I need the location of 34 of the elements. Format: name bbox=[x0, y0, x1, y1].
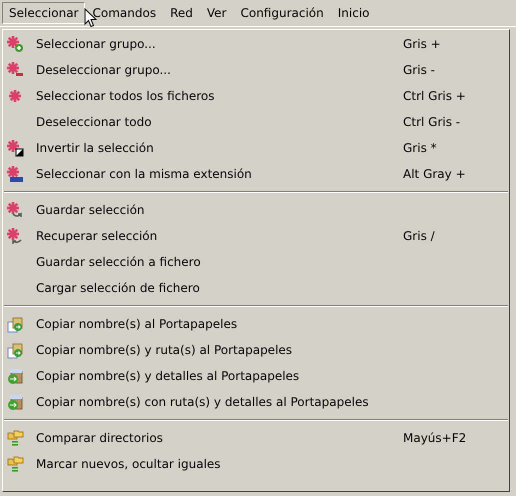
menu-item[interactable]: Copiar nombre(s) y ruta(s) al Portapapeles bbox=[3, 337, 509, 363]
menu-item[interactable]: Copiar nombre(s) y detalles al Portapapeles bbox=[3, 363, 509, 389]
menu-bar-item[interactable]: Ver bbox=[200, 2, 234, 24]
star-icon bbox=[7, 88, 24, 104]
star-invert-icon bbox=[7, 140, 24, 156]
menu-item[interactable]: Guardar selección a fichero bbox=[3, 249, 509, 275]
star-ext-icon bbox=[7, 166, 24, 182]
clipboard-icon bbox=[7, 342, 24, 358]
menu-bar-item[interactable]: Seleccionar bbox=[2, 2, 86, 24]
folders-icon bbox=[7, 456, 24, 472]
menu-item[interactable]: Invertir la selección Gris * bbox=[3, 135, 509, 161]
menu-item[interactable]: Seleccionar grupo... Gris + bbox=[3, 31, 509, 57]
menu-item[interactable]: Cargar selección de fichero bbox=[3, 275, 509, 301]
clipboard-icon bbox=[7, 316, 24, 332]
menu-bar-item[interactable]: Configuración bbox=[233, 2, 331, 24]
folders-icon bbox=[7, 430, 24, 446]
menu-item[interactable]: Deseleccionar todo Ctrl Gris - bbox=[3, 109, 509, 135]
menu-item[interactable]: Copiar nombre(s) con ruta(s) y detalles al Portapapeles bbox=[3, 389, 509, 415]
menu-item[interactable]: Copiar nombre(s) al Portapapeles bbox=[3, 311, 509, 337]
menu-bar-item[interactable]: Inicio bbox=[330, 2, 377, 24]
menu-item[interactable]: Seleccionar todos los ficheros Ctrl Gris + bbox=[3, 83, 509, 109]
menu-item[interactable]: Recuperar selección Gris / bbox=[3, 223, 509, 249]
menu-item[interactable]: Marcar nuevos, ocultar iguales bbox=[3, 451, 509, 477]
menu-bar-item[interactable]: Red bbox=[163, 2, 200, 24]
menu-item[interactable]: Deseleccionar grupo... Gris - bbox=[3, 57, 509, 83]
menu-item[interactable]: Seleccionar con la misma extensión Alt Gray + bbox=[3, 161, 509, 187]
menu-item[interactable]: Guardar selección bbox=[3, 197, 509, 223]
clipboard-icon bbox=[7, 368, 24, 384]
star-arrow-icon bbox=[7, 228, 24, 244]
menu-item[interactable]: Comparar directorios Mayús+F2 bbox=[3, 425, 509, 451]
star-plus-icon bbox=[7, 36, 24, 52]
star-arrow-icon bbox=[7, 202, 24, 218]
clipboard-icon bbox=[7, 394, 24, 410]
star-minus-icon bbox=[7, 62, 24, 78]
